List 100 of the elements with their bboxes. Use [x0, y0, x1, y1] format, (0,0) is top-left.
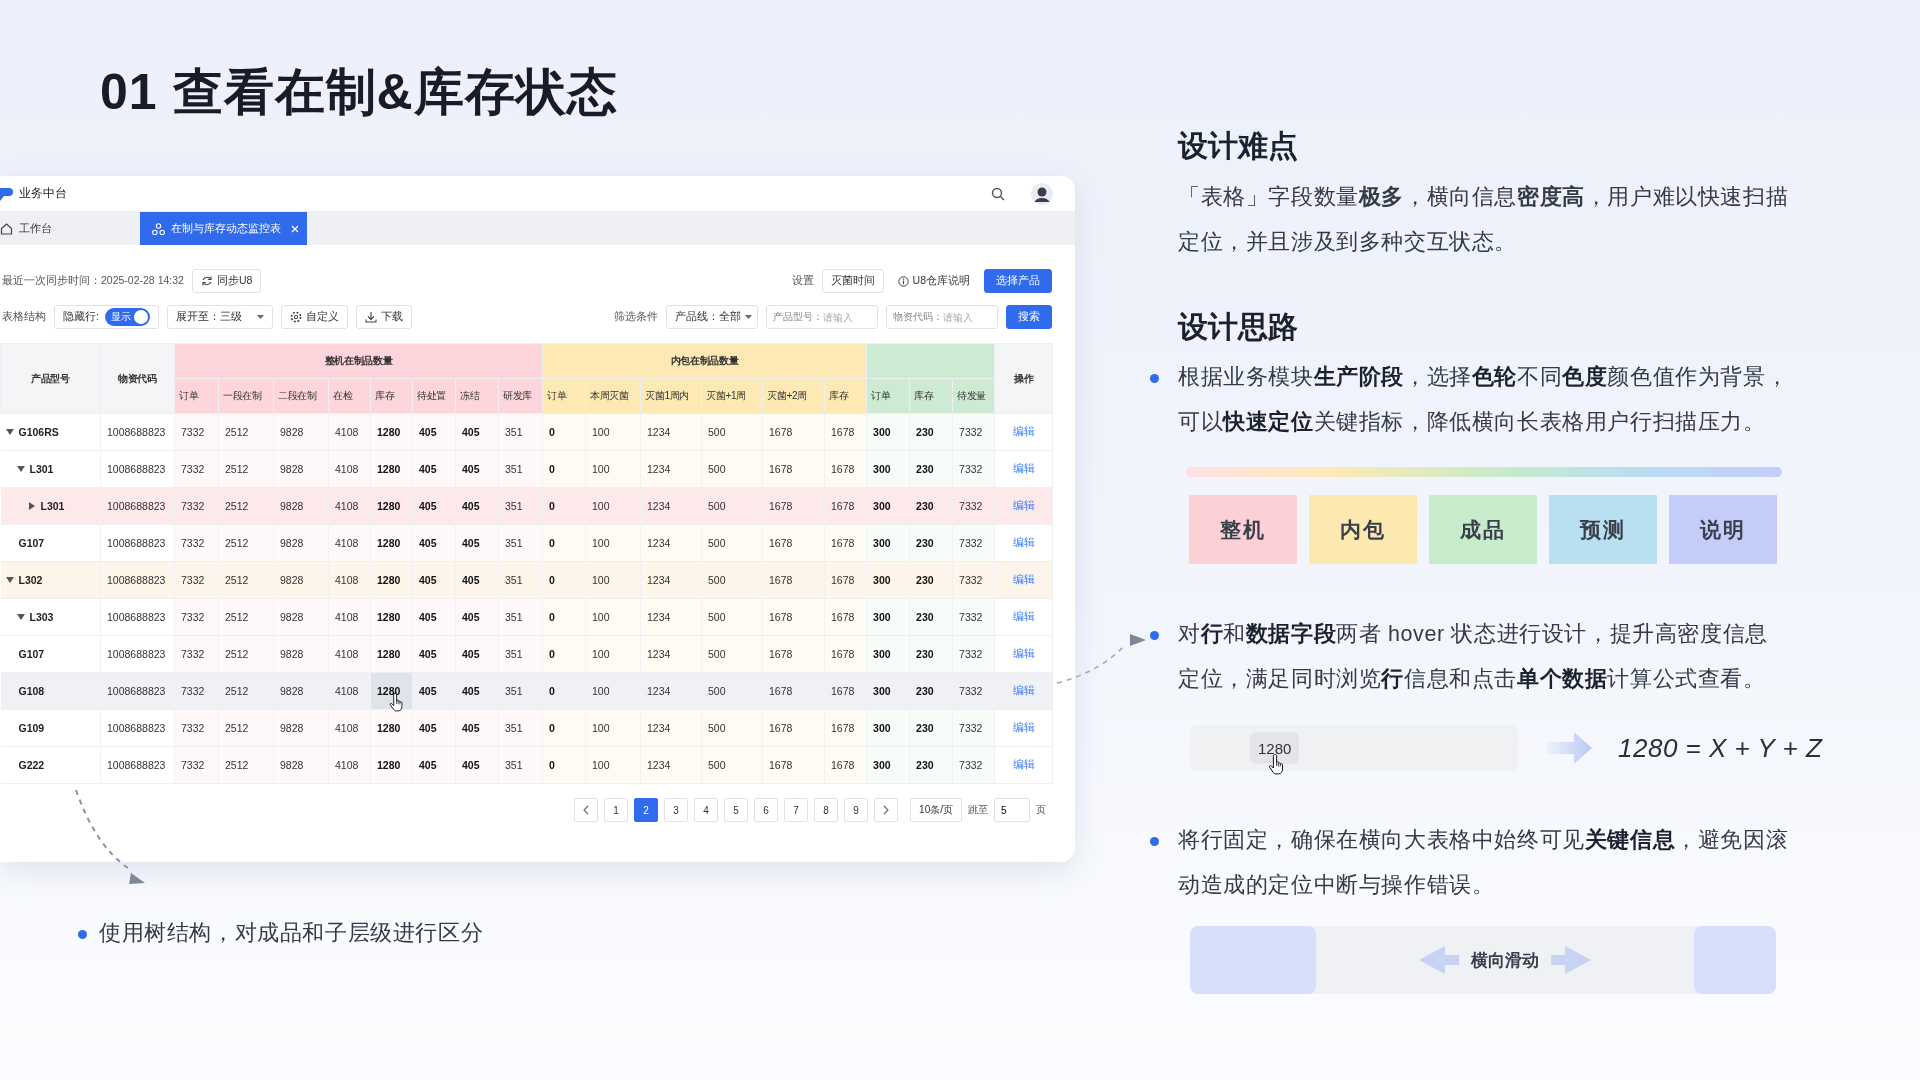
edit-link[interactable]: 编辑 [1012, 425, 1035, 437]
select-product-button[interactable]: 选择产品 [984, 269, 1052, 293]
edit-link[interactable]: 编辑 [1012, 462, 1035, 474]
page-button[interactable]: 9 [844, 798, 869, 822]
input-field[interactable]: 请输入 [943, 311, 987, 323]
page-button[interactable]: 6 [754, 798, 779, 822]
edit-link[interactable]: 编辑 [1012, 684, 1035, 696]
tree-node-label[interactable]: L301 [40, 500, 65, 512]
search-button[interactable]: 搜索 [1006, 305, 1052, 329]
next-page-button[interactable] [874, 798, 899, 822]
table-cell: 405 [412, 450, 456, 488]
table-cell: 7332 [174, 487, 219, 525]
bullet-dot [1150, 631, 1159, 640]
page-button[interactable]: 7 [784, 798, 809, 822]
input-field[interactable]: 请输入 [823, 311, 867, 323]
page-button[interactable]: 1 [604, 798, 629, 822]
tab-label[interactable]: 工作台 [19, 221, 130, 236]
expand-level-select[interactable]: 展开至：三级 [166, 305, 273, 329]
table-cell: 351 [498, 413, 543, 451]
column-group-header: 整机在制品数量 [174, 343, 543, 379]
table-cell: 1234 [640, 598, 702, 636]
tree-node-label[interactable]: G108 [18, 685, 45, 697]
table-cell: 4108 [328, 598, 371, 636]
page-size-select[interactable]: 10条/页 [910, 798, 962, 822]
table-cell: 1678 [824, 524, 867, 562]
tree-node-label[interactable]: L302 [18, 574, 43, 586]
table-cell: 7332 [174, 413, 219, 451]
table-cell: 351 [498, 524, 543, 562]
edit-link[interactable]: 编辑 [1012, 721, 1035, 733]
edit-link[interactable]: 编辑 [1012, 536, 1035, 548]
tree-node-label[interactable]: G107 [18, 537, 45, 549]
arrow-right-icon [1546, 730, 1592, 766]
table-cell[interactable]: 1280 [377, 685, 401, 697]
bullet-dot [1150, 837, 1159, 846]
tab[interactable]: 在制与库存动态监控表 [140, 212, 307, 245]
color-swatch: 预测 [1549, 495, 1657, 564]
filter-field[interactable]: 物资代码：请输入 [886, 305, 998, 329]
table-cell: 9828 [273, 450, 329, 488]
page-button[interactable]: 8 [814, 798, 839, 822]
table-cell: 1008688823 [100, 487, 175, 525]
column-header: 产品型号 [0, 343, 101, 414]
tab[interactable]: 工作台 [0, 212, 140, 245]
section-heading: 设计思路 [1176, 309, 1299, 345]
tree-node-label[interactable]: G109 [18, 722, 45, 734]
sync-button[interactable]: 同步U8 [191, 269, 262, 293]
table-cell: 405 [412, 487, 456, 525]
table-cell: 1234 [640, 450, 702, 488]
table-cell: 1234 [640, 524, 702, 562]
table-cell: 405 [455, 635, 499, 673]
table-cell: 1234 [640, 635, 702, 673]
download-button[interactable]: 下载 [355, 305, 412, 329]
table-cell: 7332 [952, 561, 995, 599]
tree-node-label[interactable]: G222 [18, 759, 45, 771]
table-cell: 7332 [952, 413, 995, 451]
tree-node-label[interactable]: G106RS [18, 426, 59, 438]
page-button[interactable]: 4 [694, 798, 719, 822]
customize-button[interactable]: 自定义 [280, 305, 348, 329]
table-cell: 100 [585, 487, 641, 525]
table-cell: 300 [866, 561, 910, 599]
table-cell: 100 [585, 450, 641, 488]
info-link[interactable]: U8仓库说明 [897, 274, 970, 288]
table-cell: 100 [585, 672, 641, 710]
column-header: 冻结 [455, 378, 499, 414]
sterilize-time-button[interactable]: 灭菌时间 [821, 269, 884, 293]
edit-link[interactable]: 编辑 [1012, 573, 1035, 585]
page-input[interactable]: 5 [994, 798, 1030, 822]
edit-link[interactable]: 编辑 [1012, 647, 1035, 659]
toggle-switch[interactable]: 显示 [104, 308, 150, 326]
search-icon [991, 186, 1005, 201]
page-button[interactable]: 3 [664, 798, 689, 822]
tree-node-label[interactable]: G107 [18, 648, 45, 660]
column-header: 待处置 [412, 378, 456, 414]
table-cell: 1678 [762, 672, 825, 710]
tab-label[interactable]: 在制与库存动态监控表 [171, 221, 285, 236]
page-button[interactable]: 2 [634, 798, 659, 822]
product-line-select[interactable]: 产品线：全部 [666, 305, 758, 329]
table-cell: 0 [542, 487, 586, 525]
tree-node-label[interactable]: L301 [29, 463, 54, 475]
paragraph: 「表格」字段数量极多，横向信息密度高，用户难以快速扫描定位，并且涉及到多种交互状态。 [1178, 184, 1790, 256]
table-cell: 4108 [328, 561, 371, 599]
table-cell: 405 [412, 561, 456, 599]
table-cell: 7332 [174, 672, 219, 710]
table-cell: 7332 [174, 709, 219, 747]
table-cell: 2512 [218, 561, 274, 599]
tree-node-label[interactable]: L303 [29, 611, 54, 623]
table-cell: 1008688823 [100, 561, 175, 599]
gear-icon [289, 311, 302, 323]
table-cell: 351 [498, 672, 543, 710]
filter-field[interactable]: 产品型号：请输入 [766, 305, 878, 329]
table-cell: 4108 [328, 524, 371, 562]
edit-link[interactable]: 编辑 [1012, 758, 1035, 770]
scroll-label: 横向滑动 [1471, 949, 1539, 972]
settings-label: 设置 [790, 274, 814, 288]
page-button[interactable]: 5 [724, 798, 749, 822]
edit-link[interactable]: 编辑 [1012, 610, 1035, 622]
nodes-icon [152, 222, 165, 235]
table-cell: 500 [701, 635, 763, 673]
table-cell: 300 [866, 635, 910, 673]
table-cell: 2512 [218, 635, 274, 673]
previous-page-button[interactable] [574, 798, 599, 822]
